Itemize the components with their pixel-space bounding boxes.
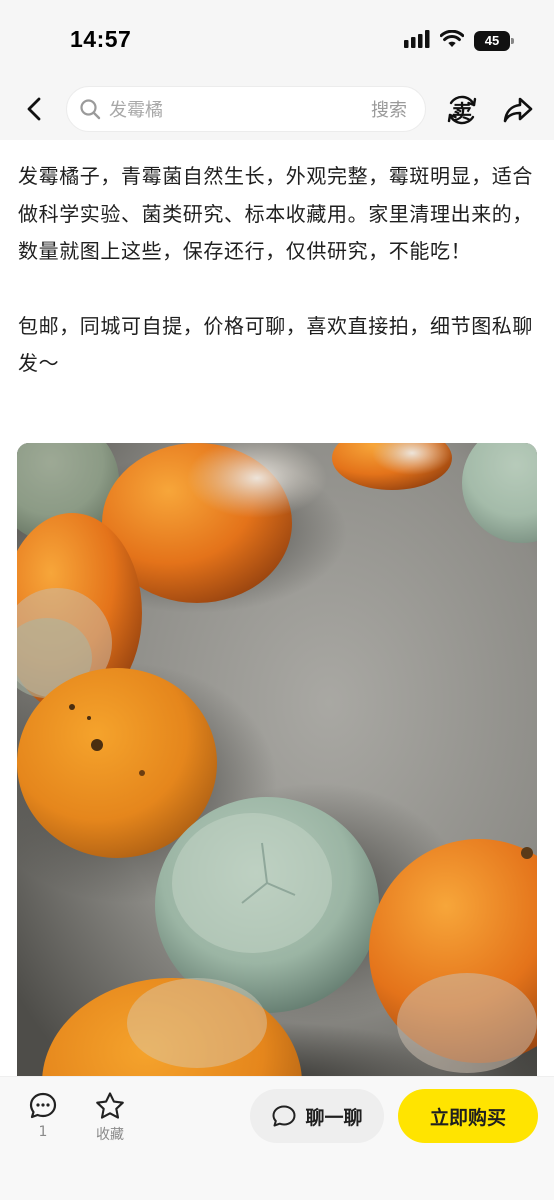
nav-bar: 发霉橘 搜索 卖 (0, 82, 554, 138)
sell-button[interactable]: 卖 (444, 92, 480, 128)
favorite-label: 收藏 (96, 1127, 124, 1143)
search-button[interactable]: 搜索 (371, 96, 407, 122)
chat-label: 聊一聊 (305, 1106, 363, 1129)
favorite-button[interactable]: 收藏 (94, 1091, 126, 1144)
battery-icon: 45 (474, 31, 514, 51)
sell-label: 卖 (452, 99, 472, 124)
share-icon (503, 97, 533, 123)
item-description: 发霉橘子，青霉菌自然生长，外观完整，霉斑明显，适合做科学实验、菌类研究、标本收藏… (18, 158, 538, 383)
search-input[interactable]: 发霉橘 搜索 (66, 86, 426, 132)
buy-now-button[interactable]: 立即购买 (398, 1089, 538, 1143)
status-icons: 45 (404, 29, 514, 52)
comment-count: 1 (38, 1124, 48, 1140)
moldy-oranges-image (17, 443, 537, 1093)
wifi-icon (439, 29, 465, 52)
bottom-action-bar: 1 收藏 聊一聊 立即购买 (0, 1076, 554, 1200)
chat-bubble-icon (272, 1105, 296, 1127)
back-arrow-icon (27, 97, 41, 121)
share-button[interactable] (500, 92, 536, 128)
chat-button[interactable]: 聊一聊 (250, 1089, 384, 1143)
search-icon (79, 98, 101, 120)
search-placeholder: 发霉橘 (109, 100, 163, 121)
status-bar: 14:57 45 (0, 0, 554, 82)
top-area: 14:57 45 发霉橘 搜索 卖 (0, 0, 554, 140)
signal-icon (404, 30, 430, 52)
product-photo[interactable] (17, 443, 537, 1093)
comment-icon (29, 1092, 57, 1119)
comment-button[interactable]: 1 (28, 1091, 58, 1140)
status-time: 14:57 (70, 26, 132, 52)
description-paragraph-2: 包邮，同城可自提，价格可聊，喜欢直接拍，细节图私聊发～ (18, 313, 533, 376)
star-icon (96, 1092, 124, 1119)
description-paragraph-1: 发霉橘子，青霉菌自然生长，外观完整，霉斑明显，适合做科学实验、菌类研究、标本收藏… (18, 164, 533, 263)
back-button[interactable] (18, 92, 52, 126)
